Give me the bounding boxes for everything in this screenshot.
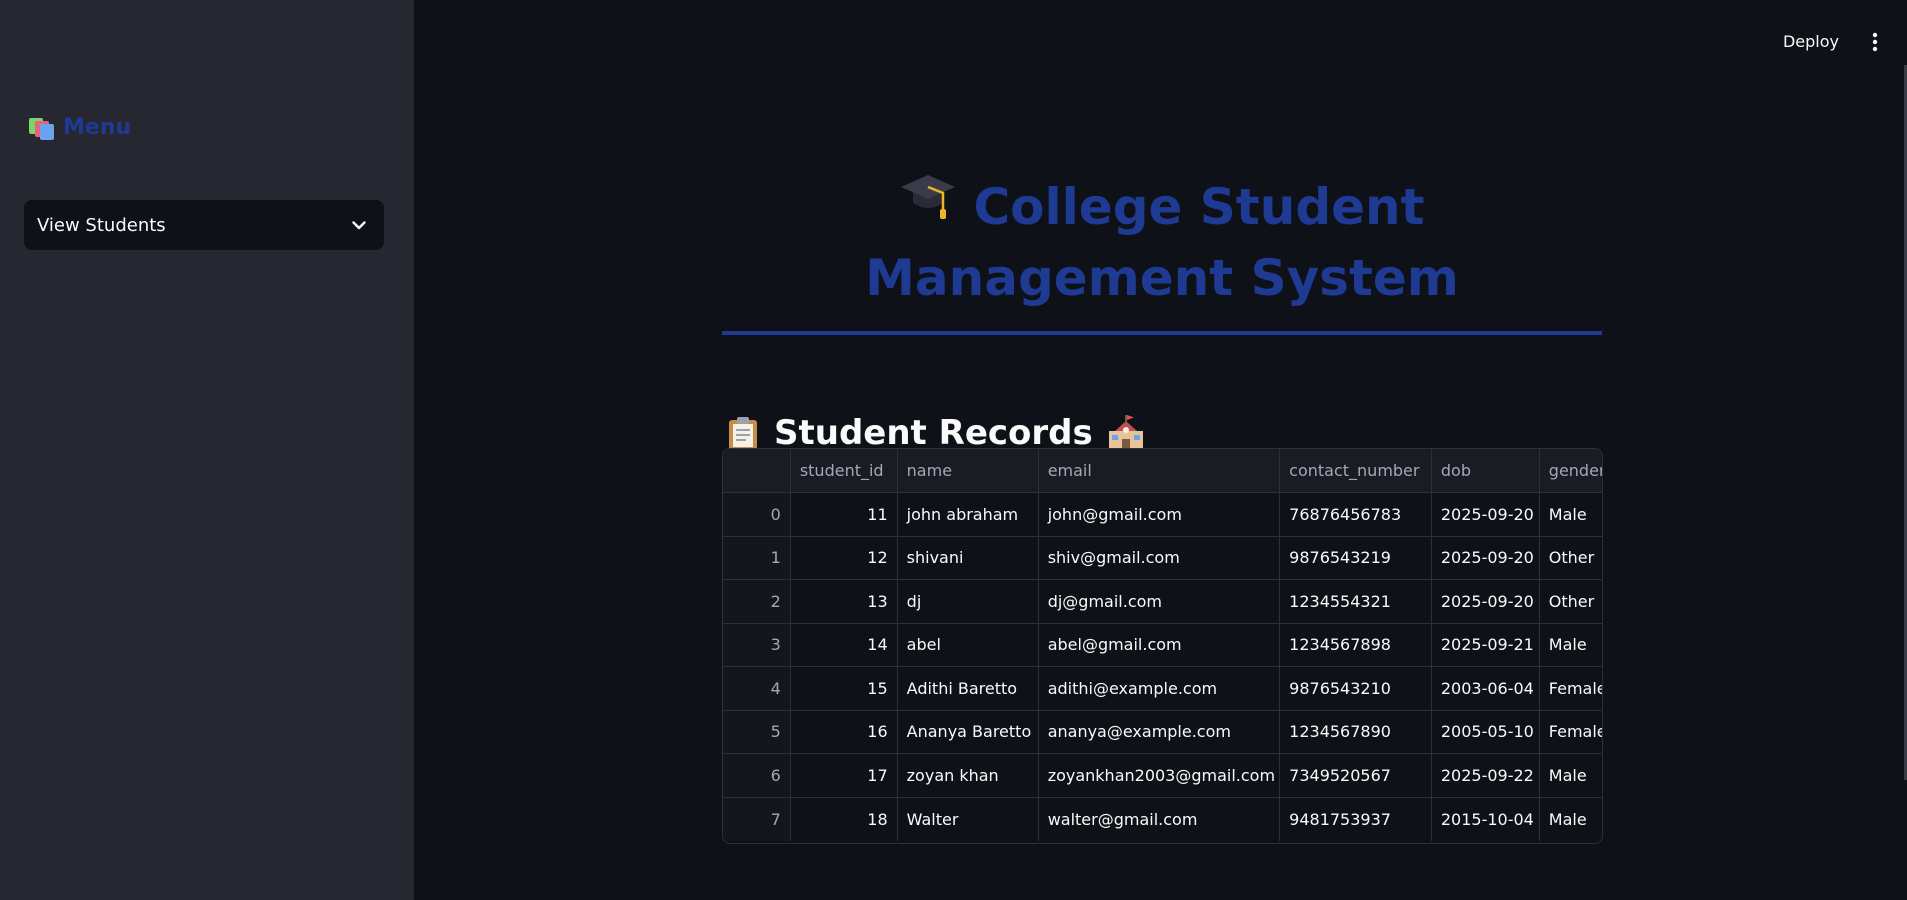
- clipboard-icon: [726, 415, 760, 451]
- cell-contact-number[interactable]: 9876543219: [1279, 536, 1432, 580]
- books-icon: [29, 116, 55, 140]
- title-divider: [722, 331, 1602, 335]
- cell-email[interactable]: ananya@example.com: [1038, 710, 1281, 754]
- deploy-button[interactable]: Deploy: [1779, 26, 1843, 57]
- column-header[interactable]: gender: [1539, 449, 1602, 493]
- table-row: 7 18 Walter walter@gmail.com 9481753937 …: [723, 797, 1602, 841]
- cell-contact-number[interactable]: 76876456783: [1279, 492, 1432, 537]
- cell-dob[interactable]: 2025-09-21: [1431, 623, 1540, 667]
- row-index: 6: [723, 753, 791, 798]
- cell-dob[interactable]: 2025-09-20: [1431, 492, 1540, 537]
- column-header[interactable]: student_id: [790, 449, 898, 493]
- cell-contact-number[interactable]: 1234554321: [1279, 579, 1432, 624]
- app: Menu View Students Deploy College Studen…: [0, 0, 1907, 900]
- page-title: College Student Management System: [722, 174, 1602, 312]
- cell-gender[interactable]: Male: [1539, 623, 1602, 667]
- cell-name[interactable]: john abraham: [897, 492, 1039, 537]
- cell-student-id[interactable]: 17: [790, 753, 898, 798]
- cell-student-id[interactable]: 13: [790, 579, 898, 624]
- cell-dob[interactable]: 2015-10-04: [1431, 797, 1540, 841]
- table-row: 1 12 shivani shiv@gmail.com 9876543219 2…: [723, 536, 1602, 580]
- cell-name[interactable]: zoyan khan: [897, 753, 1039, 798]
- cell-contact-number[interactable]: 9876543210: [1279, 666, 1432, 711]
- view-select[interactable]: View Students: [24, 200, 384, 250]
- row-index: 2: [723, 579, 791, 624]
- cell-name[interactable]: abel: [897, 623, 1039, 667]
- table-row: 6 17 zoyan khan zoyankhan2003@gmail.com …: [723, 753, 1602, 798]
- cell-student-id[interactable]: 11: [790, 492, 898, 537]
- table-header-row: student_id name email contact_number dob…: [723, 449, 1602, 493]
- cell-email[interactable]: dj@gmail.com: [1038, 579, 1281, 624]
- row-index: 1: [723, 536, 791, 580]
- cell-name[interactable]: shivani: [897, 536, 1039, 580]
- cell-contact-number[interactable]: 1234567890: [1279, 710, 1432, 754]
- graduation-cap-icon: [899, 169, 957, 239]
- row-index: 3: [723, 623, 791, 667]
- cell-gender[interactable]: Other: [1539, 579, 1602, 624]
- cell-dob[interactable]: 2005-05-10: [1431, 710, 1540, 754]
- cell-name[interactable]: Ananya Baretto: [897, 710, 1039, 754]
- cell-email[interactable]: zoyankhan2003@gmail.com: [1038, 753, 1281, 798]
- column-header[interactable]: name: [897, 449, 1039, 493]
- topbar: Deploy: [1779, 26, 1883, 57]
- table-row: 4 15 Adithi Baretto adithi@example.com 9…: [723, 666, 1602, 711]
- row-index: 4: [723, 666, 791, 711]
- column-header[interactable]: [723, 449, 791, 493]
- cell-student-id[interactable]: 12: [790, 536, 898, 580]
- cell-email[interactable]: abel@gmail.com: [1038, 623, 1281, 667]
- cell-student-id[interactable]: 16: [790, 710, 898, 754]
- cell-dob[interactable]: 2003-06-04: [1431, 666, 1540, 711]
- cell-contact-number[interactable]: 9481753937: [1279, 797, 1432, 841]
- cell-email[interactable]: walter@gmail.com: [1038, 797, 1281, 841]
- row-index: 7: [723, 797, 791, 841]
- row-index: 0: [723, 492, 791, 537]
- cell-gender[interactable]: Female: [1539, 710, 1602, 754]
- sidebar-title: Menu: [63, 115, 132, 140]
- school-icon: [1107, 415, 1143, 451]
- column-header[interactable]: dob: [1431, 449, 1540, 493]
- table-row: 2 13 dj dj@gmail.com 1234554321 2025-09-…: [723, 579, 1602, 624]
- cell-name[interactable]: Walter: [897, 797, 1039, 841]
- cell-student-id[interactable]: 14: [790, 623, 898, 667]
- row-index: 5: [723, 710, 791, 754]
- cell-name[interactable]: dj: [897, 579, 1039, 624]
- student-table[interactable]: student_id name email contact_number dob…: [722, 448, 1603, 844]
- column-header[interactable]: email: [1038, 449, 1281, 493]
- cell-dob[interactable]: 2025-09-20: [1431, 536, 1540, 580]
- cell-gender[interactable]: Male: [1539, 797, 1602, 841]
- chevron-down-icon[interactable]: [350, 216, 368, 234]
- more-options-icon[interactable]: [1867, 31, 1883, 53]
- cell-email[interactable]: adithi@example.com: [1038, 666, 1281, 711]
- column-header[interactable]: contact_number: [1279, 449, 1432, 493]
- sidebar: Menu View Students: [0, 0, 414, 900]
- cell-gender[interactable]: Female: [1539, 666, 1602, 711]
- cell-contact-number[interactable]: 7349520567: [1279, 753, 1432, 798]
- cell-name[interactable]: Adithi Baretto: [897, 666, 1039, 711]
- table-row: 5 16 Ananya Baretto ananya@example.com 1…: [723, 710, 1602, 754]
- cell-gender[interactable]: Male: [1539, 753, 1602, 798]
- cell-email[interactable]: john@gmail.com: [1038, 492, 1281, 537]
- cell-gender[interactable]: Other: [1539, 536, 1602, 580]
- cell-email[interactable]: shiv@gmail.com: [1038, 536, 1281, 580]
- table-row: 0 11 john abraham john@gmail.com 7687645…: [723, 492, 1602, 537]
- cell-student-id[interactable]: 15: [790, 666, 898, 711]
- cell-dob[interactable]: 2025-09-22: [1431, 753, 1540, 798]
- table-row: 3 14 abel abel@gmail.com 1234567898 2025…: [723, 623, 1602, 667]
- student-table-grid: student_id name email contact_number dob…: [723, 449, 1602, 841]
- sidebar-header: Menu: [29, 115, 131, 140]
- view-select-value: View Students: [37, 214, 166, 236]
- cell-dob[interactable]: 2025-09-20: [1431, 579, 1540, 624]
- cell-contact-number[interactable]: 1234567898: [1279, 623, 1432, 667]
- cell-gender[interactable]: Male: [1539, 492, 1602, 537]
- cell-student-id[interactable]: 18: [790, 797, 898, 841]
